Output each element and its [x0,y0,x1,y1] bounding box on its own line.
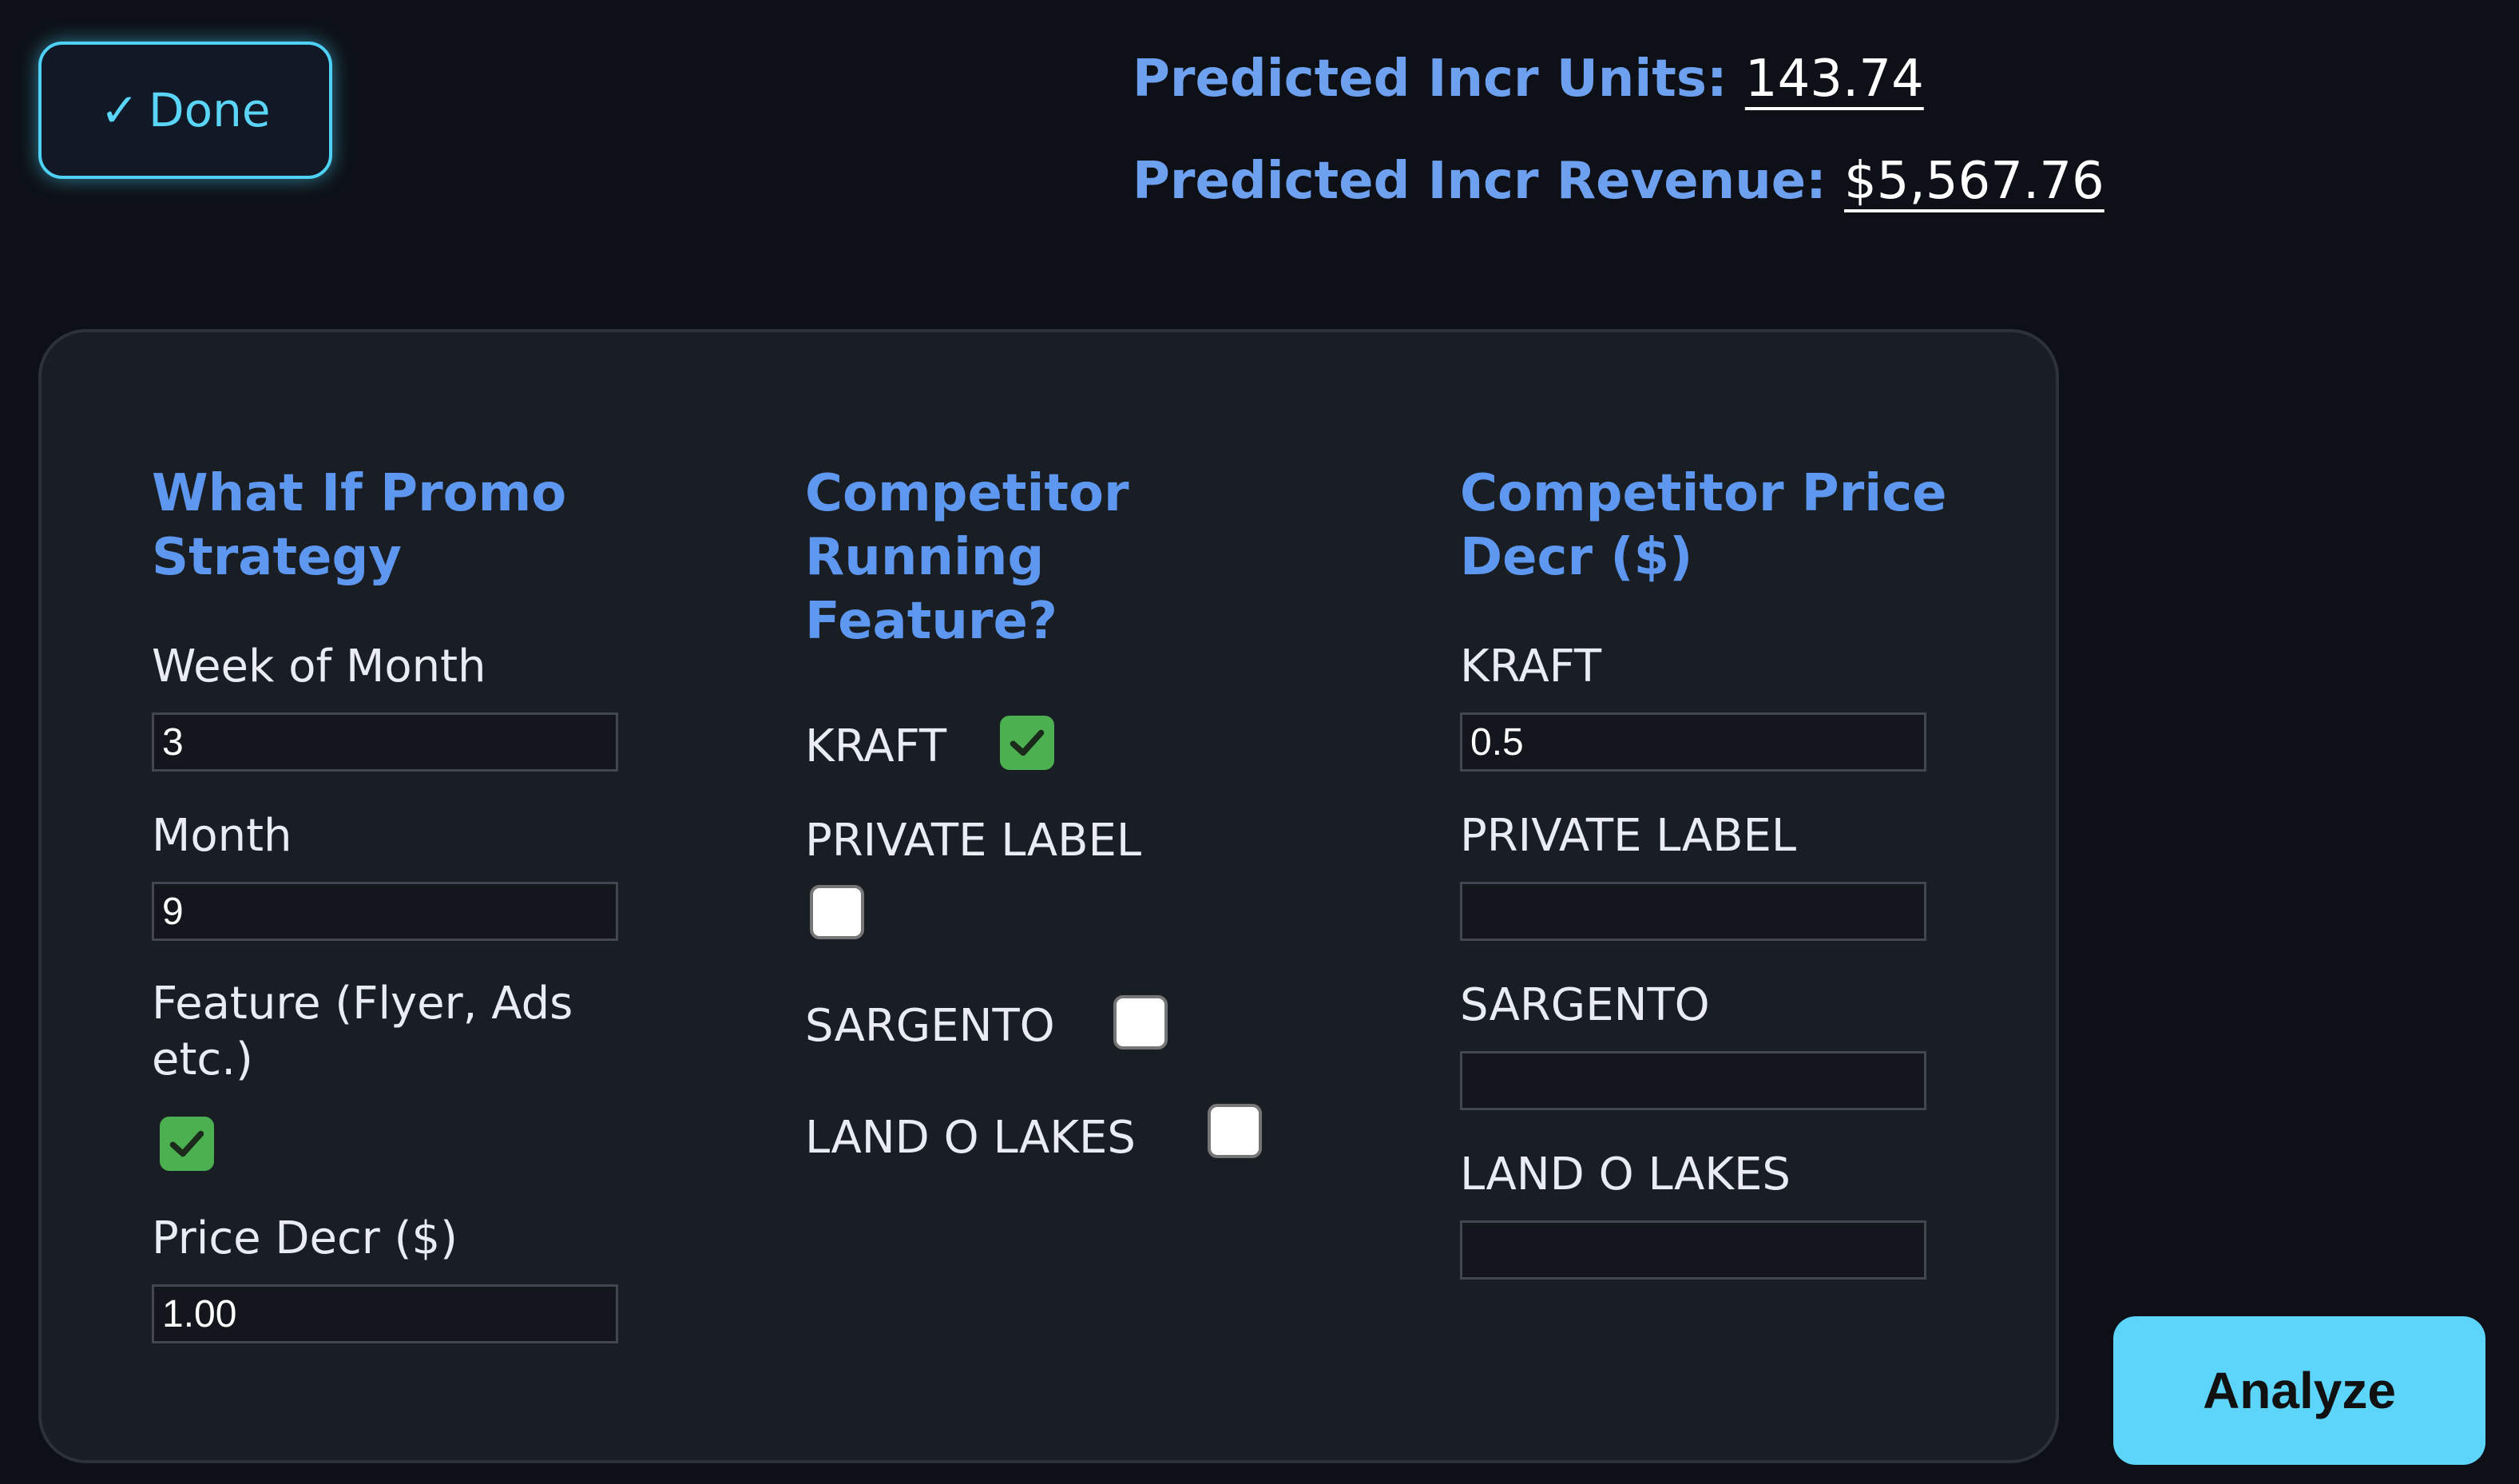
checkmark-icon: ✓ [100,83,139,137]
price-decr-label: Price Decr ($) [152,1212,458,1264]
competitor-feature-title: Competitor Running Feature? [805,464,1129,651]
competitor-feature-land-o-lakes-label: LAND O LAKES [805,1112,1136,1164]
predicted-units: Predicted Incr Units: 143.74 [1133,50,1924,109]
predicted-revenue-value: $5,567.76 [1844,152,2104,211]
competitor-price-kraft-input[interactable] [1460,712,1926,772]
checkmark-icon [1010,729,1045,756]
predicted-revenue: Predicted Incr Revenue: $5,567.76 [1133,152,2104,211]
competitor-feature-private-label-checkbox[interactable] [810,885,864,939]
predicted-units-label: Predicted Incr Units: [1133,50,1728,109]
week-of-month-input[interactable] [152,712,618,772]
competitor-price-private-label-label: PRIVATE LABEL [1460,810,1797,862]
competitor-price-kraft-label: KRAFT [1460,641,1602,692]
promo-strategy-title: What If Promo Strategy [152,464,567,587]
analyze-button[interactable]: Analyze [2113,1316,2485,1465]
week-of-month-label: Week of Month [152,641,486,692]
competitor-feature-private-label-label: PRIVATE LABEL [805,815,1142,867]
done-button-label: Done [149,83,271,137]
checkmark-icon [169,1130,204,1157]
competitor-feature-kraft-label: KRAFT [805,720,947,772]
competitor-price-land-o-lakes-input[interactable] [1460,1220,1926,1280]
competitor-feature-sargento-checkbox[interactable] [1113,995,1168,1050]
competitor-price-private-label-input[interactable] [1460,882,1926,941]
feature-checkbox[interactable] [160,1117,214,1171]
competitor-price-land-o-lakes-label: LAND O LAKES [1460,1149,1791,1200]
done-button[interactable]: ✓ Done [38,42,332,179]
what-if-panel: What If Promo Strategy Week of Month Mon… [38,329,2059,1463]
competitor-price-sargento-input[interactable] [1460,1051,1926,1110]
price-decr-input[interactable] [152,1284,618,1343]
competitor-price-sargento-label: SARGENTO [1460,979,1710,1031]
competitor-feature-sargento-label: SARGENTO [805,1000,1055,1052]
month-label: Month [152,810,292,862]
feature-label: Feature (Flyer, Ads etc.) [152,978,573,1085]
predicted-units-value: 143.74 [1744,50,1924,109]
competitor-feature-land-o-lakes-checkbox[interactable] [1208,1104,1262,1158]
month-input[interactable] [152,882,618,941]
competitor-price-title: Competitor Price Decr ($) [1460,464,1947,587]
competitor-feature-kraft-checkbox[interactable] [1000,716,1054,770]
predicted-revenue-label: Predicted Incr Revenue: [1133,152,1827,211]
